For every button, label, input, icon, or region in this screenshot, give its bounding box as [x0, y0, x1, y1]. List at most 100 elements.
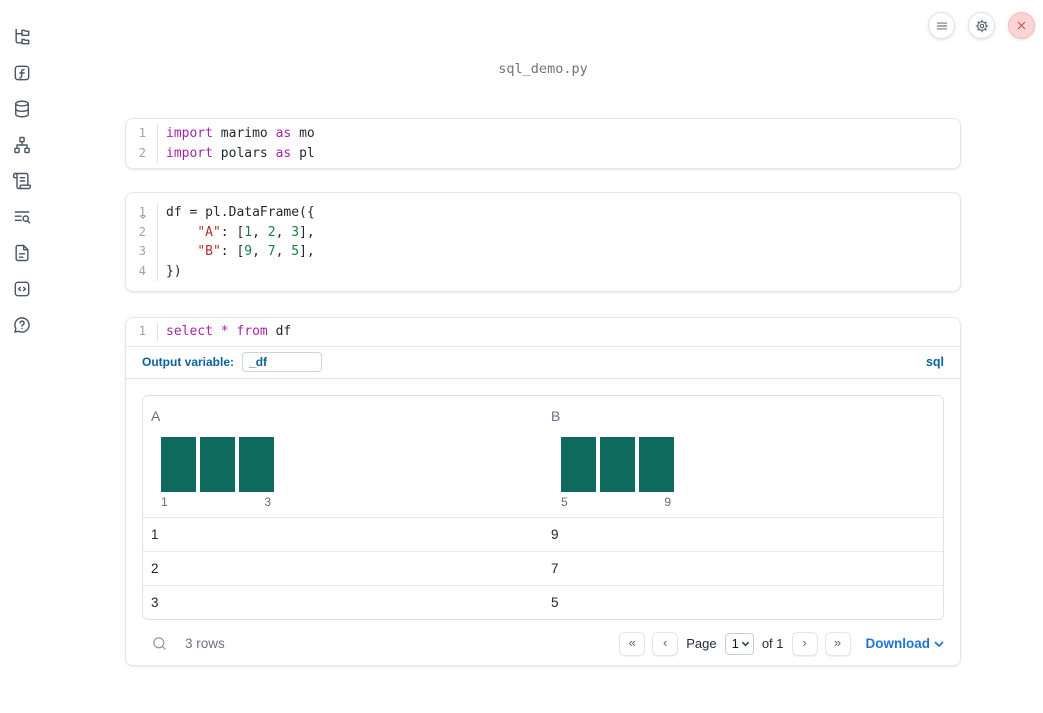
- page-select[interactable]: 1: [724, 632, 754, 655]
- table-row: 2 7: [143, 550, 943, 585]
- sql-output-area: A 1 3 B 5 9 1 9 2 7 3 5 3 rows « ‹ Page …: [126, 379, 960, 666]
- table-row: 3 5: [143, 584, 943, 619]
- column-header-a[interactable]: A 1 3: [143, 396, 543, 517]
- histogram-bars: [561, 436, 674, 492]
- code-editor[interactable]: 1 2 import marimo as mo import polars as…: [126, 119, 960, 168]
- code-content: import marimo as mo import polars as pl: [158, 124, 315, 163]
- code-token: ,: [275, 224, 292, 240]
- search-icon: [153, 637, 166, 650]
- sidebar-item-data-sources[interactable]: [8, 95, 36, 123]
- line-number: 4: [138, 263, 146, 278]
- sidebar-item-dependency-graph[interactable]: [8, 131, 36, 159]
- code-editor[interactable]: 1 2 3 4 df = pl.DataFrame({ "A": [1, 2, …: [126, 193, 960, 291]
- page-of-label: of 1: [761, 636, 784, 651]
- download-button[interactable]: Download: [866, 636, 945, 651]
- prev-page-button[interactable]: ‹: [652, 631, 679, 656]
- sidebar-item-file-explorer[interactable]: [8, 23, 36, 51]
- table-header: A 1 3 B 5 9: [143, 396, 943, 517]
- help-bubble-icon: [14, 317, 30, 333]
- histogram-bar: [561, 436, 596, 492]
- table-cell: 2: [151, 560, 159, 576]
- chevron-down-icon: [741, 641, 750, 647]
- search-button[interactable]: [151, 635, 168, 652]
- axis-max-label: 3: [264, 494, 271, 509]
- code-content: select * from df: [158, 322, 291, 342]
- database-icon: [15, 100, 29, 118]
- histogram-bar: [161, 436, 196, 492]
- sidebar: [0, 0, 44, 713]
- keyword-token: as: [275, 145, 292, 161]
- last-page-button[interactable]: »: [824, 631, 851, 656]
- chevron-down-icon: [934, 641, 944, 647]
- axis-min-label: 1: [161, 494, 168, 509]
- histogram-bar: [639, 436, 674, 492]
- output-variable-row: Output variable: sql: [126, 347, 960, 379]
- number-token: 5: [291, 244, 300, 259]
- sidebar-item-snippets[interactable]: [8, 275, 36, 303]
- code-cell-dataframe[interactable]: 1 2 3 4 df = pl.DataFrame({ "A": [1, 2, …: [125, 192, 961, 292]
- line-number: 1: [138, 126, 146, 140]
- shutdown-button[interactable]: [1008, 12, 1035, 39]
- number-token: 7: [267, 244, 276, 259]
- marimo-app: sql_demo.py 1 2 import marimo as mo impo…: [0, 0, 1043, 713]
- code-token: ,: [252, 244, 268, 259]
- column-label: A: [151, 407, 161, 424]
- download-label: Download: [865, 636, 931, 651]
- gear-icon: [975, 19, 988, 32]
- page-select-value: 1: [731, 636, 739, 651]
- sidebar-item-variables[interactable]: [8, 59, 36, 87]
- settings-button[interactable]: [968, 12, 995, 39]
- histogram-axis: 1 3: [161, 495, 274, 509]
- number-token: 1: [244, 224, 253, 240]
- org-chart-icon: [14, 136, 30, 154]
- close-icon: [1017, 21, 1026, 30]
- sidebar-item-documentation[interactable]: [8, 239, 36, 267]
- scroll-icon: [12, 172, 32, 190]
- column-histogram: 1 3: [161, 436, 274, 509]
- function-square-icon: [14, 65, 30, 81]
- sidebar-item-help[interactable]: [8, 311, 36, 339]
- number-token: 2: [267, 224, 276, 240]
- menu-button[interactable]: [928, 12, 955, 39]
- keyword-token: import: [166, 126, 213, 141]
- code-token: ],: [299, 244, 315, 259]
- topbar-controls: [928, 12, 1035, 39]
- sql-cell[interactable]: 1 select * from df Output variable: sql …: [125, 317, 961, 666]
- code-token: ,: [275, 244, 292, 259]
- sidebar-item-logs[interactable]: [8, 203, 36, 231]
- sidebar-item-outline[interactable]: [8, 167, 36, 195]
- code-line: df = pl.DataFrame({: [166, 205, 315, 220]
- next-page-button[interactable]: ›: [791, 631, 818, 656]
- dataframe-table: A 1 3 B 5 9 1 9 2 7 3 5: [142, 394, 944, 620]
- sql-editor[interactable]: 1 select * from df: [126, 318, 960, 347]
- operator-token: *: [220, 324, 229, 339]
- line-number-gutter: 1: [126, 322, 158, 342]
- code-token: df: [267, 324, 292, 339]
- page-label: Page: [686, 636, 717, 651]
- table-row: 1 9: [143, 516, 943, 551]
- table-cell: 1: [151, 526, 159, 542]
- histogram-axis: 5 9: [561, 495, 674, 509]
- code-square-icon: [14, 281, 30, 297]
- axis-max-label: 9: [664, 494, 671, 509]
- sql-language-badge: sql: [925, 355, 944, 369]
- code-token: : [: [220, 244, 245, 259]
- line-number: 2: [138, 145, 146, 160]
- code-content: df = pl.DataFrame({ "A": [1, 2, 3], "B":…: [158, 203, 315, 281]
- column-header-b[interactable]: B 5 9: [543, 396, 943, 517]
- output-variable-label: Output variable:: [142, 355, 235, 369]
- code-cell-imports[interactable]: 1 2 import marimo as mo import polars as…: [125, 118, 961, 169]
- code-line: "B": [9, 7, 5],: [166, 242, 315, 262]
- code-line: }): [166, 263, 182, 279]
- table-footer: 3 rows « ‹ Page 1 of 1 › » Download: [142, 631, 944, 657]
- histogram-bar: [239, 436, 274, 492]
- line-number: 2: [138, 224, 146, 239]
- row-count: 3 rows: [185, 636, 225, 651]
- column-histogram: 5 9: [561, 436, 674, 509]
- table-cell: 9: [551, 526, 559, 542]
- first-page-button[interactable]: «: [619, 631, 646, 656]
- table-cell: 3: [151, 594, 159, 610]
- output-variable-input[interactable]: [242, 352, 323, 372]
- code-token: marimo: [212, 126, 276, 141]
